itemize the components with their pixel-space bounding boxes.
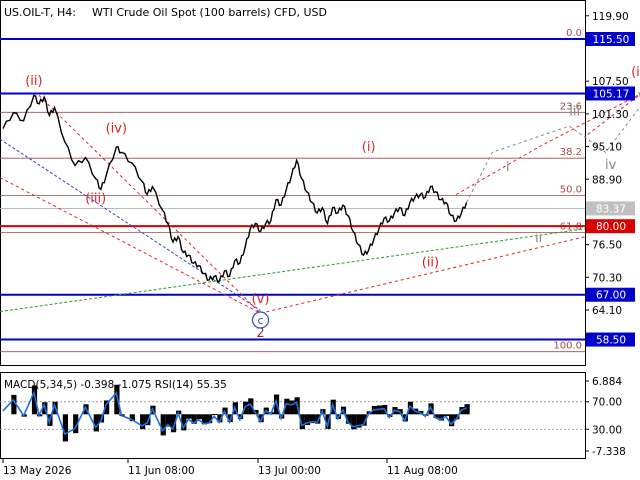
wave-label: ii: [535, 231, 542, 246]
level-price-label: 115.50: [593, 34, 630, 46]
wave-label: (v): [252, 292, 270, 307]
price-axis: 115.50 105.17 80.00 67.00 58.50 83.37 119.90 10…: [585, 11, 635, 347]
macd-bar: [196, 414, 202, 420]
wave-circle-label: c: [257, 314, 263, 327]
chart-symbol: US.OIL-T, H4:: [4, 6, 76, 19]
time-tick-label: 11 Aug 08:00: [387, 465, 458, 477]
wave-label: (iv): [106, 121, 127, 136]
wave-label: (iii): [631, 65, 640, 80]
macd-bar: [160, 414, 166, 436]
price-tick-label: 95.10: [592, 142, 622, 154]
time-axis: 13 May 2026 11 Jun 08:00 13 Jul 00:00 11 Au…: [2, 459, 458, 477]
wave-labels: (ii)(iv)(iii)(v)(i)(ii)(iii)iiiiiiivv2c: [25, 65, 640, 341]
wave-label: iii: [569, 104, 580, 119]
price-tick-label: 101.30: [592, 109, 629, 121]
indicator-header: MACD(5,34,5) -0.398 -1.075 RSI(14) 55.35: [4, 379, 227, 391]
time-tick-label: 13 Jul 00:00: [258, 465, 321, 477]
macd-bar: [62, 414, 68, 442]
wave-label: iv: [605, 158, 617, 173]
price-tick-label: 107.50: [592, 76, 629, 88]
indicator-tick-label: -7.338: [592, 446, 626, 458]
level-price-label: 80.00: [596, 221, 626, 233]
price-tick-label: 76.50: [592, 240, 622, 252]
macd-bar: [443, 414, 450, 417]
level-price-label: 58.50: [596, 335, 626, 347]
macd-bar: [186, 414, 192, 419]
wave-label: (i): [362, 140, 376, 155]
chart-description: WTI Crude Oil Spot (100 barrels) CFD, US…: [92, 6, 327, 19]
fib-level-label: 50.0: [560, 185, 582, 196]
level-price-label: 67.00: [596, 290, 626, 302]
price-tick-label: 64.10: [592, 305, 622, 317]
level-price-label: 105.17: [593, 88, 630, 100]
macd-bar: [140, 414, 146, 430]
horizontal-levels[interactable]: 0.023.638.250.061.8100.0: [0, 28, 585, 353]
blue-trend-line: [0, 138, 261, 311]
price-tick-label: 70.30: [592, 272, 622, 284]
indicator-tick-label: 6.884: [592, 376, 622, 388]
wave-label: (ii): [422, 255, 439, 270]
price-line: [2, 94, 468, 283]
fib-level-label: 0.0: [566, 28, 582, 39]
price-tick-label: 119.90: [592, 11, 629, 23]
wave-link-line: [38, 95, 261, 314]
price-tick-label: 88.90: [592, 174, 622, 186]
time-tick-label: 11 Jun 08:00: [128, 465, 195, 477]
wave-label: (iii): [85, 191, 106, 206]
time-tick-label: 13 May 2026: [3, 465, 72, 477]
green-trend-line: [0, 228, 586, 313]
red-channel-lower: [260, 236, 586, 314]
main-frame: [0, 0, 586, 366]
wave-label: i: [506, 160, 510, 175]
macd-bar: [289, 400, 295, 415]
price-chart[interactable]: 0.023.638.250.061.8100.0 (ii)(iv)(iii)(v…: [0, 0, 640, 480]
indicator-tick-label: 70.00: [592, 397, 622, 409]
fib-level-label: 100.0: [553, 341, 582, 352]
current-price-label: 83.37: [596, 203, 626, 215]
macd-bar: [212, 414, 218, 416]
macd-bar: [93, 414, 99, 432]
indicator-tick-label: 30.00: [592, 424, 622, 436]
price-series: [2, 94, 468, 283]
fib-level-label: 38.2: [560, 147, 582, 158]
wave-label: (ii): [25, 74, 42, 89]
